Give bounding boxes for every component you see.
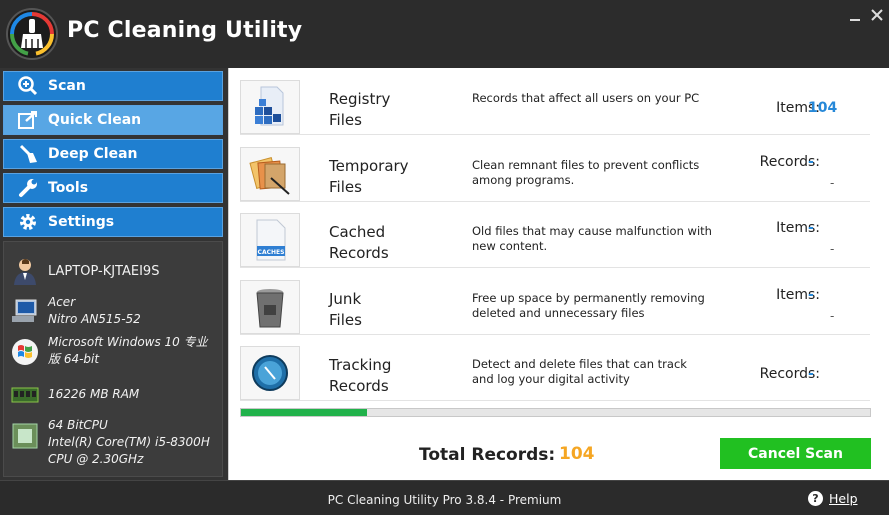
computer-icon bbox=[12, 299, 37, 322]
cpu-line-2: Intel(R) Core(TM) i5-8300H bbox=[48, 435, 210, 449]
magnifier-icon bbox=[16, 74, 40, 98]
row-description: Detect and delete files that can track a… bbox=[472, 357, 687, 386]
row-title: Cached Records bbox=[329, 223, 389, 262]
nav-deep-clean-label: Deep Clean bbox=[48, 146, 138, 162]
total-records-value: 104 bbox=[559, 444, 595, 464]
ram-text: 16226 MB RAM bbox=[48, 387, 140, 401]
cached-records-icon: CACHES bbox=[240, 213, 300, 267]
close-icon bbox=[871, 9, 883, 21]
app-logo bbox=[6, 8, 58, 60]
os-line-2: 版 64-bit bbox=[48, 352, 100, 366]
nav-scan-label: Scan bbox=[48, 78, 86, 94]
nav-tools-label: Tools bbox=[48, 180, 89, 196]
brush-icon bbox=[16, 142, 40, 166]
row-title: Registry Files bbox=[329, 90, 391, 129]
row-count-value: 104 bbox=[808, 100, 838, 116]
result-row-registry: Registry Files Records that affect all u… bbox=[240, 79, 870, 135]
version-text: PC Cleaning Utility Pro 3.8.4 - Premium bbox=[327, 493, 562, 507]
result-row-tracking: Tracking Records Detect and delete files… bbox=[240, 345, 870, 401]
model-line-1: Acer bbox=[48, 295, 76, 309]
total-records-label: Total Records: bbox=[419, 445, 556, 465]
row-count-value: - bbox=[808, 287, 814, 303]
wrench-icon bbox=[16, 176, 40, 200]
row-secondary-value: - bbox=[830, 309, 835, 323]
scan-progress-bar bbox=[240, 408, 871, 417]
row-description: Records that affect all users on your PC bbox=[472, 91, 700, 105]
nav-settings[interactable]: Settings bbox=[3, 207, 223, 237]
cpu-line-3: CPU @ 2.30GHz bbox=[48, 452, 144, 466]
row-description: Clean remnant files to prevent conflicts… bbox=[472, 158, 700, 187]
title-bar: PC Cleaning Utility bbox=[0, 0, 889, 68]
cpu-chip-icon bbox=[12, 423, 38, 449]
minimize-icon bbox=[850, 19, 860, 21]
gear-icon bbox=[16, 210, 40, 234]
row-count-value: - bbox=[808, 366, 814, 382]
footer: PC Cleaning Utility Pro 3.8.4 - Premium … bbox=[0, 480, 889, 515]
row-title: Junk Files bbox=[329, 290, 362, 329]
help-link[interactable]: ? Help bbox=[808, 491, 858, 506]
row-count-value: - bbox=[808, 220, 814, 236]
user-icon bbox=[14, 259, 36, 285]
nav-tools[interactable]: Tools bbox=[3, 173, 223, 203]
windows-logo-icon bbox=[12, 339, 38, 365]
tracking-globe-icon bbox=[240, 346, 300, 400]
row-title: Tracking Records bbox=[329, 356, 392, 395]
quick-clean-icon bbox=[16, 108, 40, 132]
nav-scan[interactable]: Scan bbox=[3, 71, 223, 101]
cache-icon-label: CACHES bbox=[258, 249, 285, 256]
row-title: Temporary Files bbox=[329, 157, 409, 196]
row-secondary-value: - bbox=[830, 176, 835, 190]
broom-icon bbox=[10, 12, 54, 56]
row-count-value: - bbox=[808, 154, 814, 170]
minimize-button[interactable] bbox=[846, 6, 864, 24]
row-description: Free up space by permanently removing de… bbox=[472, 291, 705, 320]
temporary-files-icon bbox=[240, 147, 300, 201]
close-button[interactable] bbox=[868, 6, 886, 24]
nav-deep-clean[interactable]: Deep Clean bbox=[3, 139, 223, 169]
row-secondary-value: - bbox=[830, 242, 835, 256]
scan-results-panel: Registry Files Records that affect all u… bbox=[228, 68, 889, 480]
result-row-junk: Junk Files Free up space by permanently … bbox=[240, 279, 870, 335]
result-row-cached: CACHES Cached Records Old files that may… bbox=[240, 212, 870, 268]
nav-quick-clean-label: Quick Clean bbox=[48, 112, 142, 128]
os-line-1: Microsoft Windows 10 专业 bbox=[48, 335, 208, 349]
nav-settings-label: Settings bbox=[48, 214, 115, 230]
sidebar: Scan Quick Clean Deep Clean Tools Settin… bbox=[0, 68, 228, 480]
help-label: Help bbox=[829, 491, 858, 506]
cancel-scan-button[interactable]: Cancel Scan bbox=[720, 438, 871, 469]
nav-quick-clean[interactable]: Quick Clean bbox=[3, 105, 223, 135]
hostname: LAPTOP-KJTAEI9S bbox=[48, 264, 160, 279]
model-line-2: Nitro AN515-52 bbox=[48, 312, 141, 326]
cpu-line-1: 64 BitCPU bbox=[48, 418, 108, 432]
row-description: Old files that may cause malfunction wit… bbox=[472, 224, 712, 253]
registry-files-icon bbox=[240, 80, 300, 134]
app-title: PC Cleaning Utility bbox=[67, 18, 303, 43]
help-icon: ? bbox=[808, 491, 823, 506]
system-info-panel: LAPTOP-KJTAEI9S Acer Nitro AN515-52 Micr… bbox=[3, 241, 223, 477]
result-row-temporary: Temporary Files Clean remnant files to p… bbox=[240, 146, 870, 202]
ram-icon bbox=[11, 387, 39, 403]
trash-bin-icon bbox=[240, 280, 300, 334]
scan-progress-fill bbox=[241, 409, 367, 416]
